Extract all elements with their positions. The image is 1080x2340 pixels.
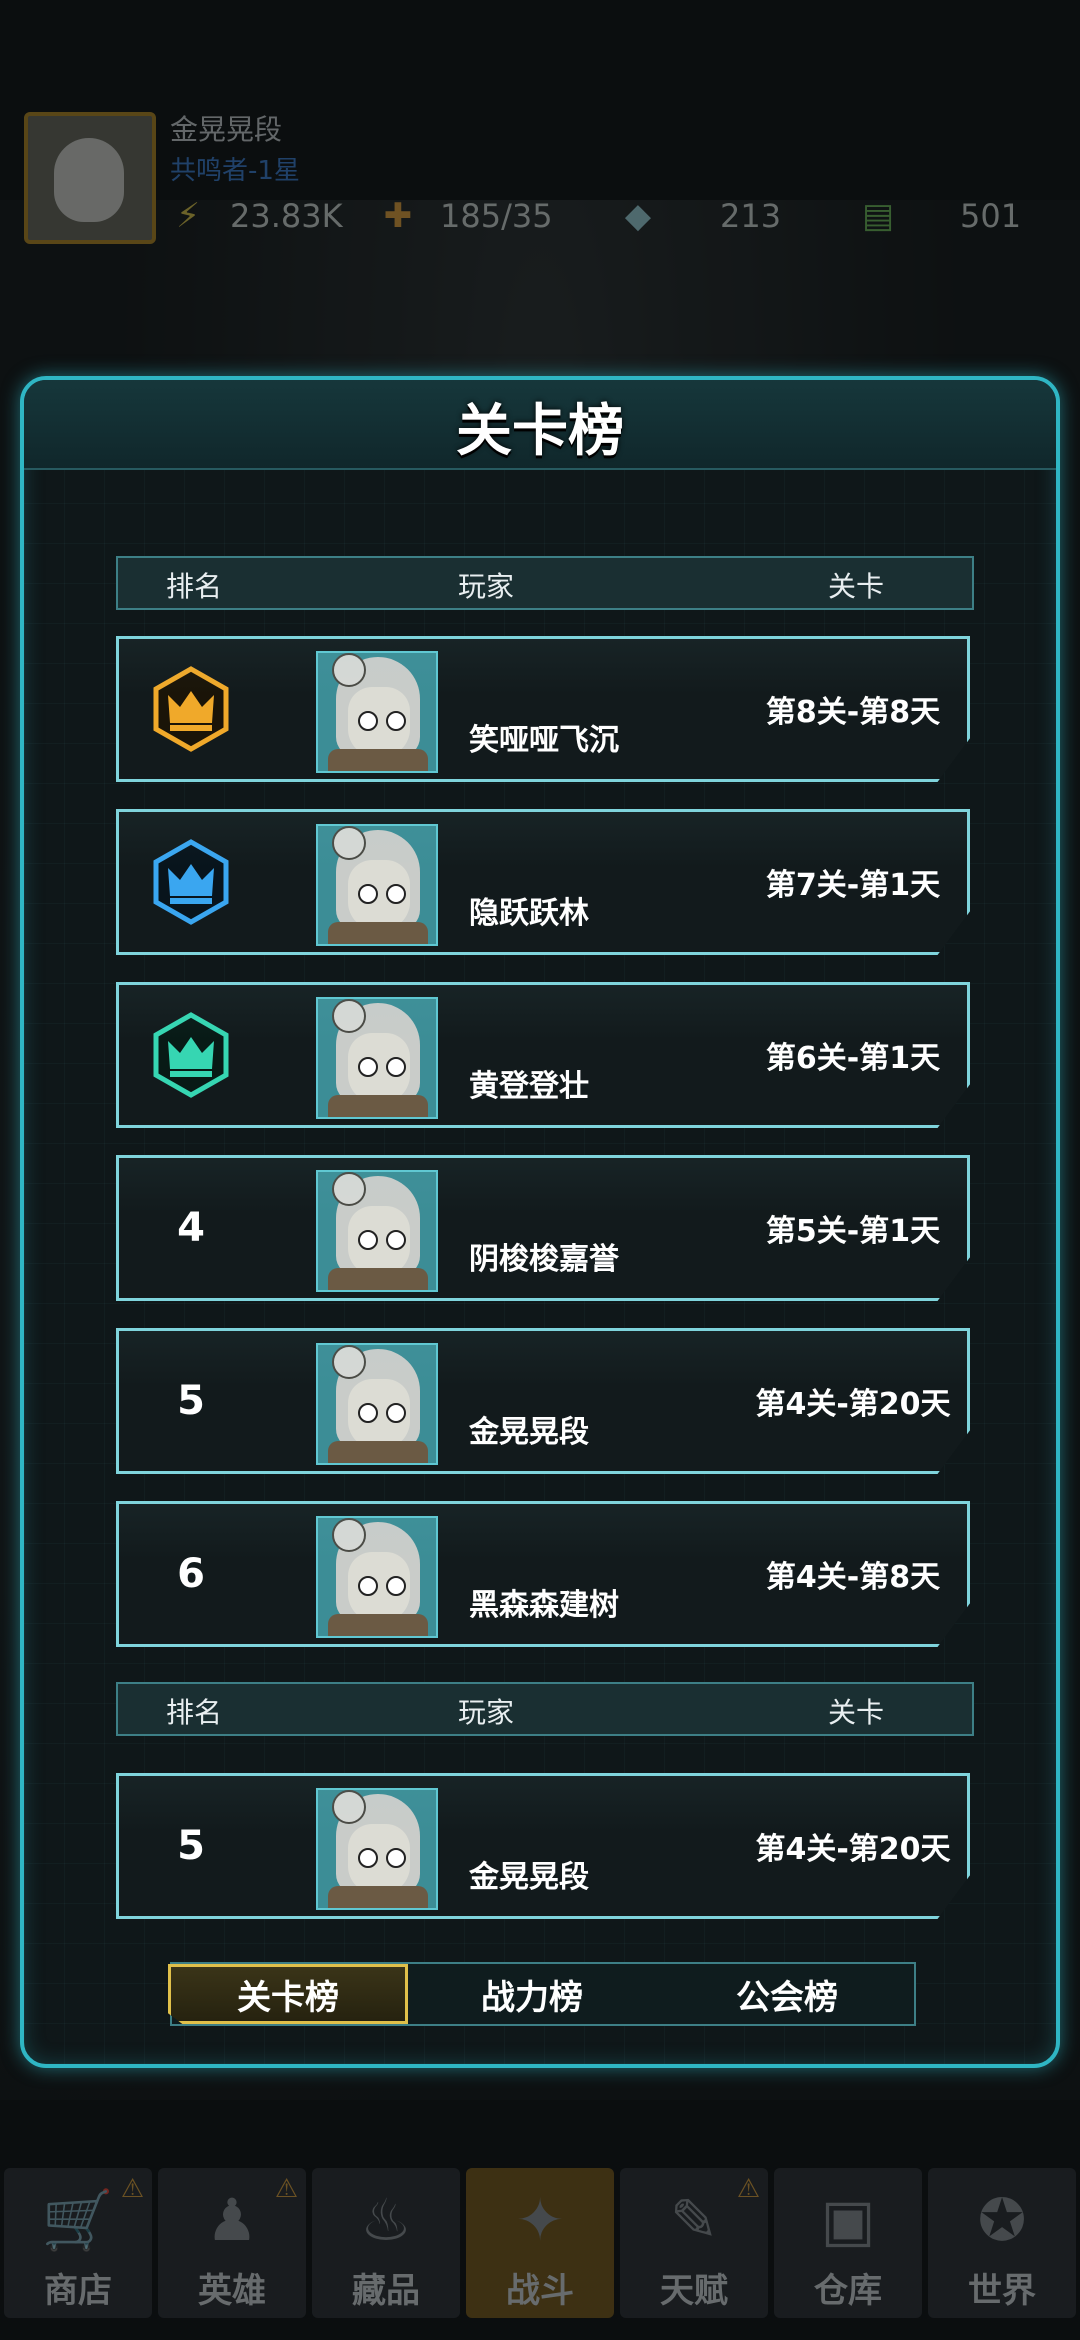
player-name: 隐跃跃林 <box>469 896 589 931</box>
rank-row[interactable]: 6 黑森森建树 第4关-第8天 <box>116 1501 970 1647</box>
rank-row[interactable]: 隐跃跃林 第7关-第1天 <box>116 809 970 955</box>
crate-icon: ▣ <box>820 2186 876 2254</box>
panel-header: 关卡榜 <box>24 380 1056 470</box>
nav-world[interactable]: ✪ 世界 <box>928 2168 1076 2318</box>
stamina-icon: ✚ <box>383 196 413 236</box>
player-avatar[interactable] <box>316 651 438 773</box>
player-avatar[interactable] <box>316 997 438 1119</box>
nav-hero[interactable]: ♟ ⚠ 英雄 <box>158 2168 306 2318</box>
cart-icon: 🛒 <box>41 2186 115 2254</box>
stage-progress: 第4关-第8天 <box>765 1560 941 1595</box>
leaderboard-tabs: 关卡榜 战力榜 公会榜 <box>168 1962 916 2026</box>
player-name: 金晃晃段 <box>469 1415 589 1450</box>
resource-cash[interactable]: ▤ 501 <box>850 192 1021 240</box>
stage-progress: 第6关-第1天 <box>765 1041 941 1076</box>
resource-energy[interactable]: ⚡ 23.83K <box>160 192 343 240</box>
player-name: 黄登登壮 <box>469 1069 589 1104</box>
stage-progress: 第4关-第20天 <box>755 1832 951 1867</box>
player-avatar[interactable] <box>316 1788 438 1910</box>
nav-collection[interactable]: ♨ 藏品 <box>312 2168 460 2318</box>
column-stage-label: 关卡 <box>828 570 885 603</box>
nav-shop[interactable]: 🛒 ⚠ 商店 <box>4 2168 152 2318</box>
stage-progress: 第8关-第8天 <box>765 695 941 730</box>
stage-progress: 第4关-第20天 <box>755 1387 951 1422</box>
column-header: 排名 玩家 关卡 <box>116 556 974 610</box>
teal-crown-icon <box>153 1012 229 1098</box>
rank-badge <box>131 985 251 1125</box>
leaderboard-panel: 关卡榜 排名 玩家 关卡 笑哑哑飞沉 第8关-第8天 隐跃跃林 第7关-第1天 … <box>20 376 1060 2068</box>
player-avatar[interactable] <box>316 1343 438 1465</box>
rank-number: 4 <box>177 1205 205 1251</box>
alert-icon: ⚠ <box>274 2174 298 2204</box>
player-name: 金晃晃段 <box>469 1860 589 1895</box>
column-player-label: 玩家 <box>458 1696 515 1729</box>
rank-number: 5 <box>177 1823 205 1869</box>
gold-crown-icon <box>153 666 229 752</box>
rifle-icon: ✦ <box>515 2186 565 2254</box>
alert-icon: ⚠ <box>736 2174 760 2204</box>
blue-crown-icon <box>153 839 229 925</box>
tab-power-ranking[interactable]: 战力榜 <box>412 1964 652 2024</box>
panel-title: 关卡榜 <box>456 399 624 464</box>
alert-icon: ⚠ <box>120 2174 144 2204</box>
player-avatar[interactable] <box>316 1170 438 1292</box>
player-title: 共鸣者-1星 <box>170 156 300 186</box>
column-player-label: 玩家 <box>458 570 515 603</box>
rank-row[interactable]: 黄登登壮 第6关-第1天 <box>116 982 970 1128</box>
bottom-nav: 🛒 ⚠ 商店 ♟ ⚠ 英雄 ♨ 藏品 ✦ 战斗 ✎ ⚠ 天赋 ▣ 仓库 ✪ 世界 <box>0 2160 1080 2340</box>
player-avatar[interactable] <box>316 1516 438 1638</box>
tab-guild-ranking[interactable]: 公会榜 <box>662 1964 912 2024</box>
rank-badge <box>131 812 251 952</box>
rank-badge <box>131 639 251 779</box>
rank-row[interactable]: 5 金晃晃段 第4关-第20天 <box>116 1328 970 1474</box>
player-name: 黑森森建树 <box>469 1588 619 1623</box>
stage-progress: 第7关-第1天 <box>765 868 941 903</box>
energy-icon: ⚡ <box>176 196 200 236</box>
player-name: 金晃晃段 <box>170 113 283 146</box>
self-rank-row[interactable]: 5 金晃晃段 第4关-第20天 <box>116 1773 970 1919</box>
player-avatar[interactable] <box>24 112 156 244</box>
player-avatar[interactable] <box>316 824 438 946</box>
rank-row[interactable]: 4 阴梭梭嘉誉 第5关-第1天 <box>116 1155 970 1301</box>
nav-warehouse[interactable]: ▣ 仓库 <box>774 2168 922 2318</box>
cash-icon: ▤ <box>861 196 895 236</box>
rank-number: 5 <box>177 1378 205 1424</box>
player-name: 阴梭梭嘉誉 <box>469 1242 619 1277</box>
column-rank-label: 排名 <box>166 1696 223 1729</box>
stage-progress: 第5关-第1天 <box>765 1214 941 1249</box>
tab-stage-ranking[interactable]: 关卡榜 <box>168 1964 408 2024</box>
player-name: 笑哑哑飞沉 <box>469 723 619 758</box>
column-header-self: 排名 玩家 关卡 <box>116 1682 974 1736</box>
rank-row[interactable]: 笑哑哑飞沉 第8关-第8天 <box>116 636 970 782</box>
world-icon: ✪ <box>977 2186 1027 2254</box>
resource-stamina[interactable]: ✚ 185/35 <box>370 192 553 240</box>
resource-diamond[interactable]: ◆ 213 <box>610 192 781 240</box>
column-stage-label: 关卡 <box>828 1696 885 1729</box>
nav-battle[interactable]: ✦ 战斗 <box>466 2168 614 2318</box>
diamond-icon: ◆ <box>624 196 652 236</box>
dna-icon: ✎ <box>669 2186 719 2254</box>
column-rank-label: 排名 <box>166 570 223 603</box>
nav-talent[interactable]: ✎ ⚠ 天赋 <box>620 2168 768 2318</box>
hero-icon: ♟ <box>206 2186 258 2254</box>
rank-number: 6 <box>177 1551 205 1597</box>
flame-icon: ♨ <box>360 2186 412 2254</box>
